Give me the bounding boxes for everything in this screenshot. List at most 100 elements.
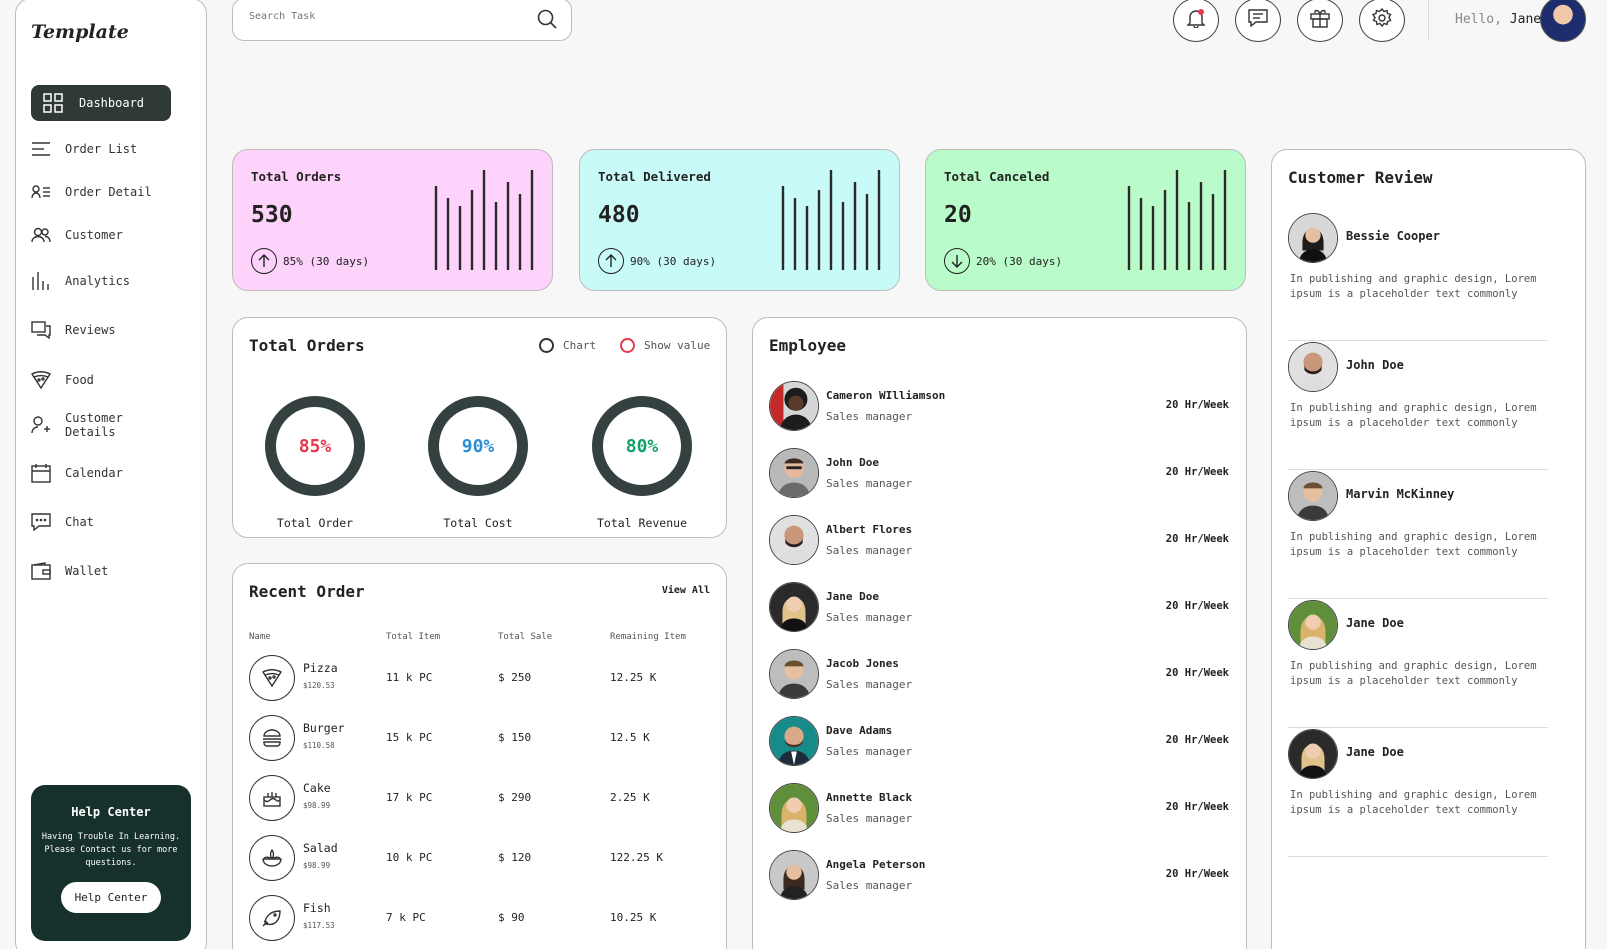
table-row[interactable]: Salad $98.99 10 k PC $ 120 122.25 K [249,835,709,881]
employee-row[interactable]: Dave Adams Sales manager 20 Hr/Week [769,716,1229,766]
employee-row[interactable]: Albert Flores Sales manager 20 Hr/Week [769,515,1229,565]
sidebar-item-wallet[interactable]: Wallet [31,553,171,589]
mini-bar-chart [781,170,881,270]
sidebar-item-label: Order List [65,142,138,156]
stat-trend: 90% (30 days) [598,248,716,274]
user-list-icon [31,182,51,202]
review-item[interactable]: Jane Doe In publishing and graphic desig… [1288,729,1548,857]
column-header: Total Item [386,632,441,642]
stat-trend-text: 85% (30 days) [283,254,370,268]
help-center-text: Having Trouble In Learning. Please Conta… [41,832,181,868]
gift-button[interactable] [1297,0,1343,42]
sidebar-item-dashboard[interactable]: Dashboard [31,85,171,121]
messages-button[interactable] [1235,0,1281,42]
reviewer-name: Bessie Cooper [1346,229,1440,243]
sidebar-item-label: Food [65,373,94,387]
table-row[interactable]: Fish $117.53 7 k PC $ 90 10.25 K [249,895,709,941]
sidebar-item-calendar[interactable]: Calendar [31,455,171,491]
review-text: In publishing and graphic design, Lorem … [1290,273,1537,300]
ring-total-cost: 90% [428,396,528,496]
ring-label: Total Cost [443,516,513,530]
arrow-up-icon [251,248,277,274]
employee-row[interactable]: Cameron WIlliamson Sales manager 20 Hr/W… [769,381,1229,431]
sidebar-item-chat[interactable]: Chat [31,504,171,540]
view-all-link[interactable]: View All [662,585,710,596]
item-price: $98.99 [303,801,331,810]
total-item: 7 k PC [386,911,426,924]
remaining-item: 10.25 K [610,911,657,924]
fish-icon [249,895,295,941]
item-price: $120.53 [303,681,335,690]
header-divider [1428,0,1429,40]
employee-avatar [769,582,819,632]
employee-name: Albert Flores [826,523,913,536]
employee-hours: 20 Hr/Week [1165,801,1229,813]
sidebar-item-reviews[interactable]: Reviews [31,312,171,348]
stat-card-total-delivered: Total Delivered 480 90% (30 days) [579,149,900,291]
employee-row[interactable]: Jacob Jones Sales manager 20 Hr/Week [769,649,1229,699]
notification-button[interactable] [1173,0,1219,42]
employee-role: Sales manager [826,879,913,892]
employee-avatar [769,448,819,498]
sidebar-item-food[interactable]: Food [31,362,171,398]
greeting-text: Hello, [1455,12,1502,27]
employee-name: Cameron WIlliamson [826,389,946,402]
search-input[interactable] [249,11,519,22]
employee-avatar [769,381,819,431]
employee-name: Annette Black [826,791,913,804]
help-center-button[interactable]: Help Center [60,882,162,913]
total-item: 17 k PC [386,791,433,804]
employee-name: Jacob Jones [826,657,899,670]
employee-avatar [769,783,819,833]
user-avatar[interactable] [1540,0,1586,42]
item-name: Cake [303,781,331,795]
table-row[interactable]: Burger $110.58 15 k PC $ 150 12.5 K [249,715,709,761]
employee-avatar [769,515,819,565]
sidebar-item-label: Customer [65,228,123,242]
calendar-icon [31,463,51,483]
stat-title: Total Delivered [598,169,711,184]
sidebar-item-order-list[interactable]: Order List [31,131,171,167]
total-item: 10 k PC [386,851,433,864]
employee-avatar [769,649,819,699]
gift-icon [1310,8,1330,32]
total-orders-panel: Total Orders Chart Show value 85% Total … [232,317,727,538]
sidebar-item-analytics[interactable]: Analytics [31,263,171,299]
sidebar-item-label: Wallet [65,564,109,578]
greeting: Hello, Jane [1455,12,1541,27]
reviewer-avatar [1288,600,1338,650]
message-icon [1248,9,1268,31]
sidebar-item-label: Calendar [65,466,123,480]
chat-boxes-icon [31,320,51,340]
user-name: Jane [1509,12,1542,27]
ring-label: Total Order [276,516,354,530]
review-item[interactable]: John Doe In publishing and graphic desig… [1288,342,1548,470]
employee-role: Sales manager [826,678,913,691]
wallet-icon [31,561,51,581]
employee-role: Sales manager [826,410,913,423]
employee-row[interactable]: Annette Black Sales manager 20 Hr/Week [769,783,1229,833]
employee-name: John Doe [826,456,879,469]
sidebar-item-order-detail[interactable]: Order Detail [31,174,171,210]
employee-role: Sales manager [826,812,913,825]
column-header: Remaining Item [610,632,686,642]
table-row[interactable]: Pizza $120.53 11 k PC $ 250 12.25 K [249,655,709,701]
review-text: In publishing and graphic design, Lorem … [1290,402,1537,429]
item-name: Salad [303,841,338,855]
table-row[interactable]: Cake $98.99 17 k PC $ 290 2.25 K [249,775,709,821]
legend-show-value-toggle[interactable]: Show value [620,338,710,353]
search-icon[interactable] [537,9,557,33]
review-item[interactable]: Marvin McKinney In publishing and graphi… [1288,471,1548,599]
legend-chart-toggle[interactable]: Chart [539,338,596,353]
reviewer-name: John Doe [1346,358,1404,372]
stat-title: Total Canceled [944,169,1050,184]
review-text: In publishing and graphic design, Lorem … [1290,531,1537,558]
employee-row[interactable]: John Doe Sales manager 20 Hr/Week [769,448,1229,498]
settings-button[interactable] [1359,0,1405,42]
sidebar-item-customer[interactable]: Customer [31,217,171,253]
review-item[interactable]: Bessie Cooper In publishing and graphic … [1288,213,1548,341]
employee-row[interactable]: Jane Doe Sales manager 20 Hr/Week [769,582,1229,632]
employee-row[interactable]: Angela Peterson Sales manager 20 Hr/Week [769,850,1229,900]
sidebar-item-customer-details[interactable]: Customer Details [31,407,171,443]
review-item[interactable]: Jane Doe In publishing and graphic desig… [1288,600,1548,728]
